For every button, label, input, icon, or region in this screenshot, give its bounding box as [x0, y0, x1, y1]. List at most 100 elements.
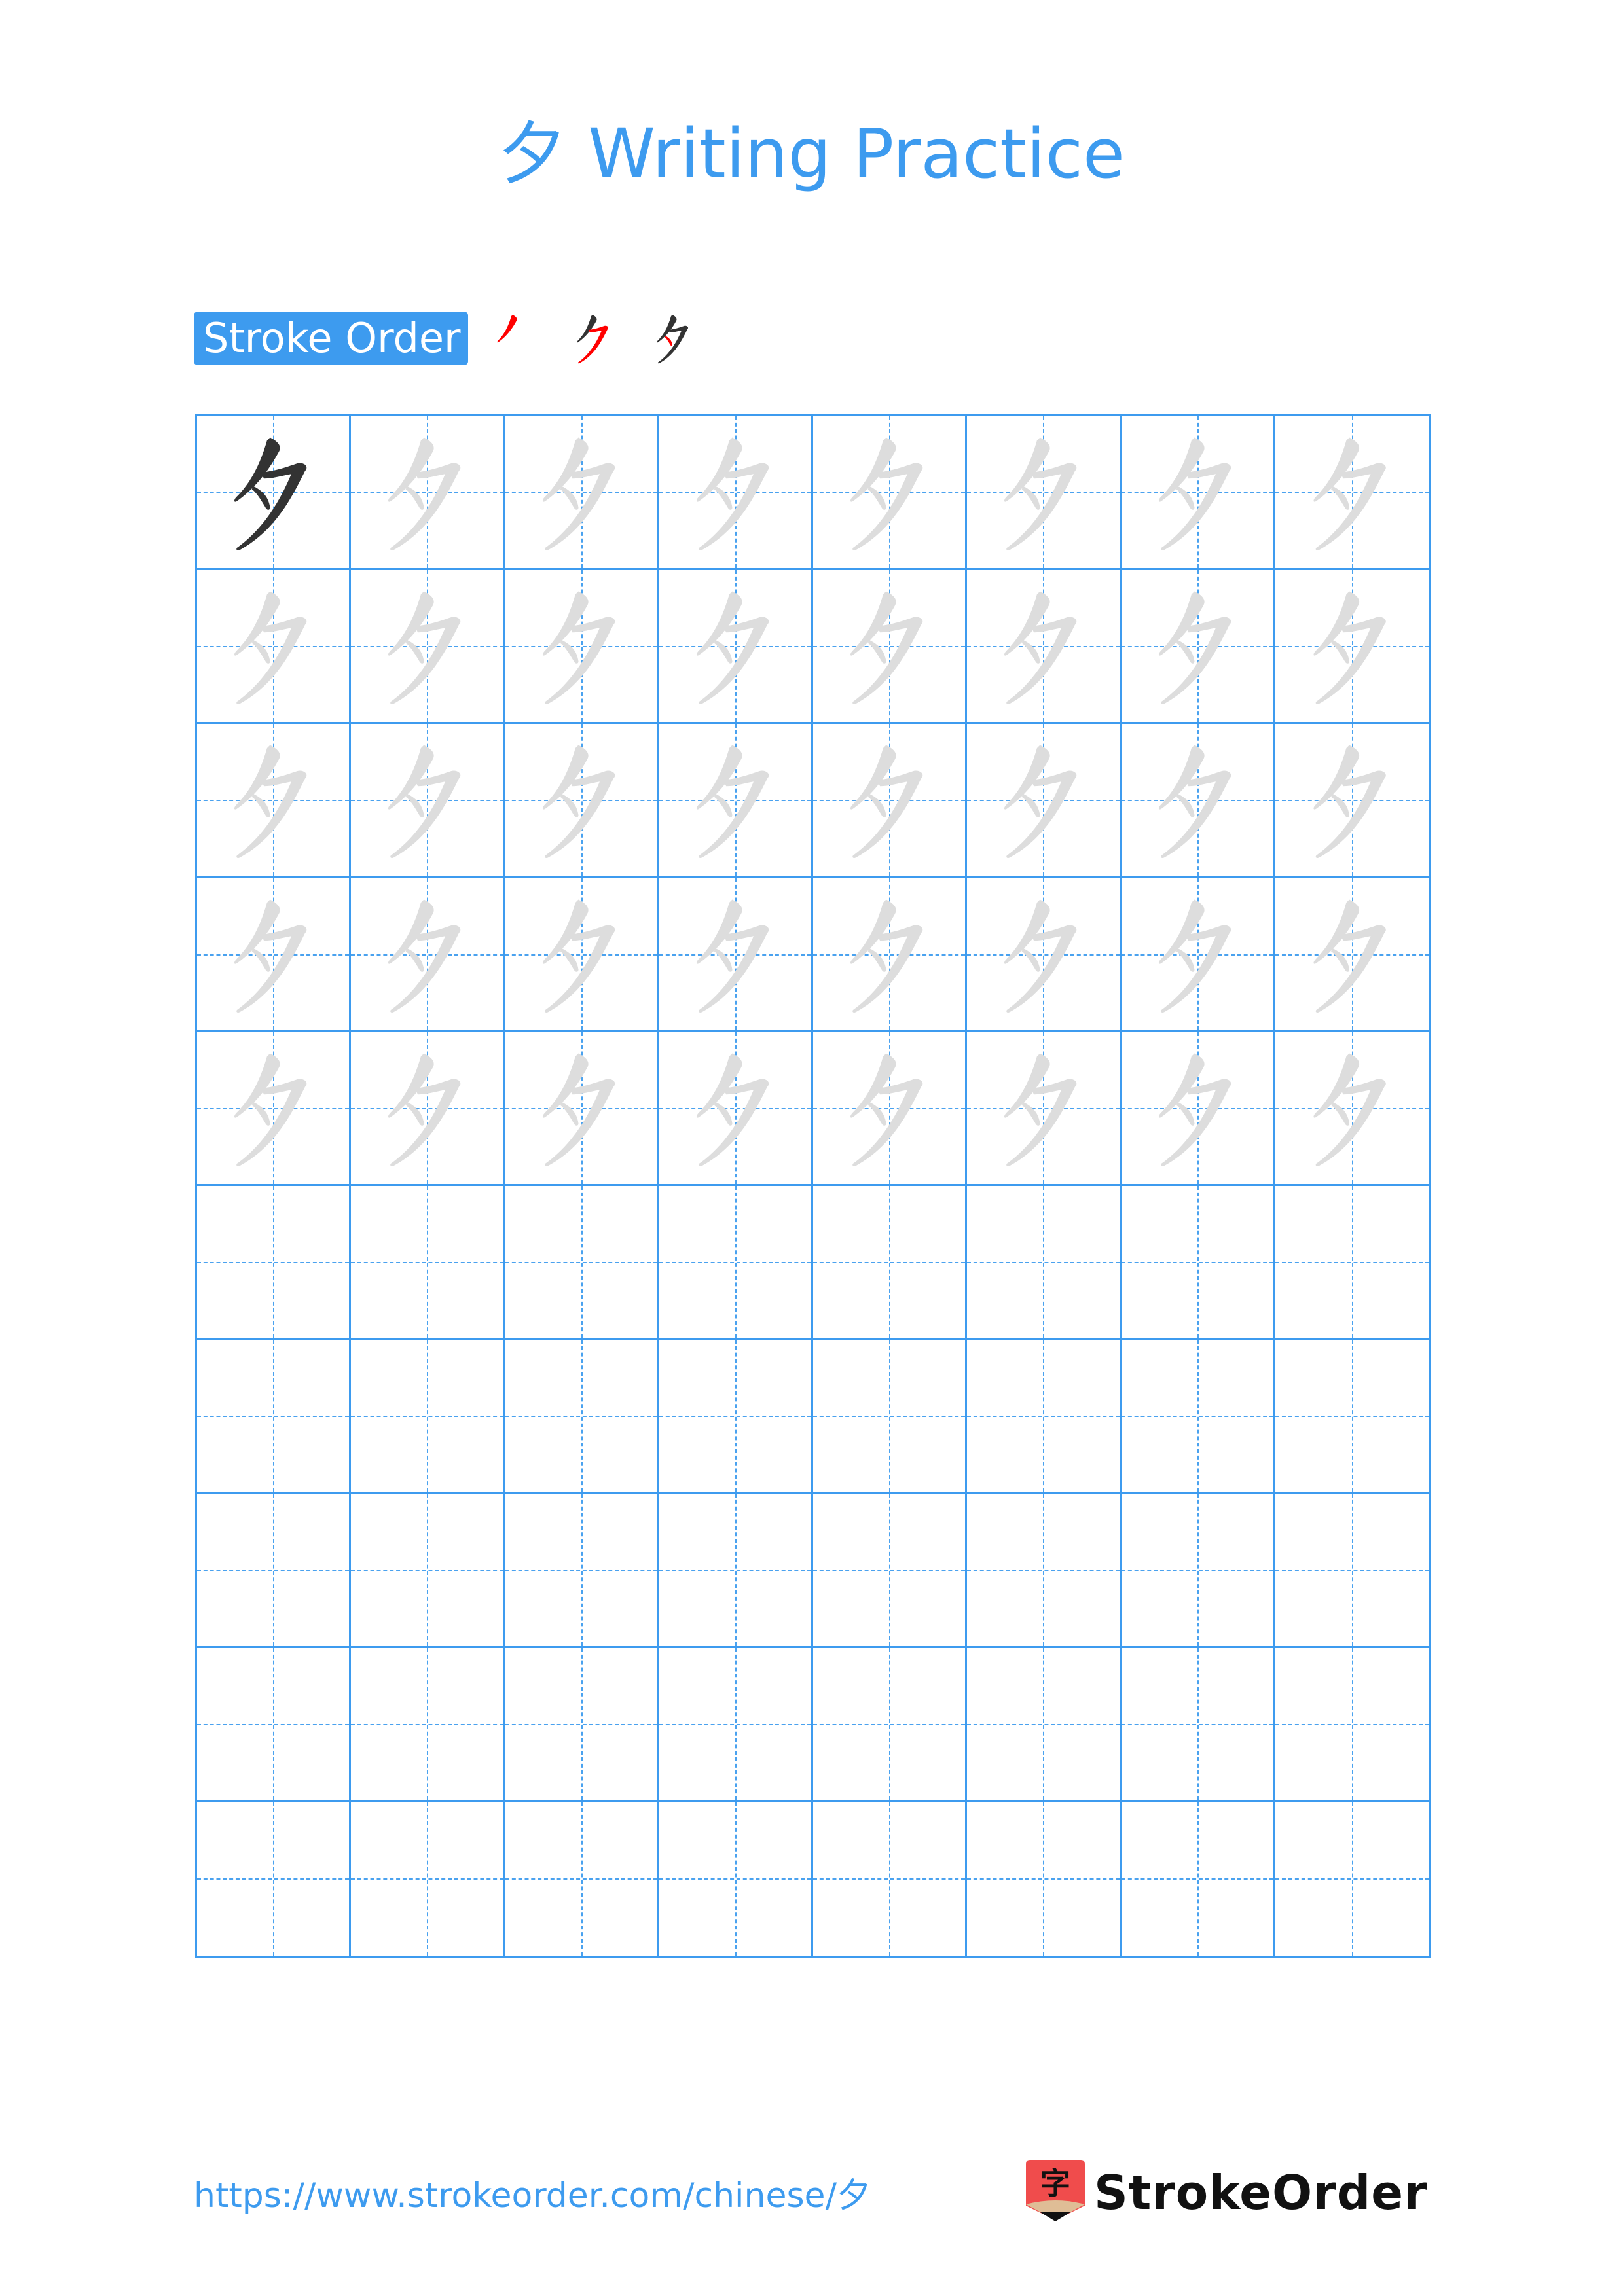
practice-cell[interactable]	[351, 724, 505, 878]
practice-cell[interactable]	[197, 878, 352, 1032]
practice-cell[interactable]	[813, 1031, 968, 1186]
practice-cell[interactable]	[659, 1185, 813, 1340]
practice-cell[interactable]	[659, 1647, 813, 1802]
practice-cell[interactable]	[1275, 1340, 1429, 1494]
practice-cell[interactable]	[1275, 570, 1429, 725]
practice-cell[interactable]	[1121, 1340, 1275, 1494]
practice-cell[interactable]	[967, 1031, 1122, 1186]
practice-cell[interactable]	[1121, 1647, 1275, 1802]
practice-cell[interactable]	[1275, 416, 1429, 571]
practice-cell[interactable]	[1275, 1185, 1429, 1340]
vertical-guide-line	[273, 1340, 275, 1492]
practice-cell[interactable]	[197, 1801, 352, 1956]
stroke-2	[1006, 463, 1077, 550]
practice-cell[interactable]	[351, 416, 505, 571]
practice-cell[interactable]	[351, 1340, 505, 1494]
practice-cell[interactable]	[197, 416, 352, 571]
stroke-3	[560, 640, 578, 664]
practice-cell[interactable]	[1275, 1494, 1429, 1648]
footer-url-link[interactable]: https://www.strokeorder.com/chinese/夕	[194, 2173, 871, 2219]
practice-cell[interactable]	[659, 570, 813, 725]
practice-cell[interactable]	[505, 724, 659, 878]
practice-cell[interactable]	[1275, 1801, 1429, 1956]
stroke-3	[1021, 486, 1040, 510]
practice-cell[interactable]	[813, 878, 968, 1032]
practice-cell[interactable]	[505, 1185, 659, 1340]
practice-cell[interactable]	[813, 1494, 968, 1648]
stroke-3	[405, 640, 424, 664]
practice-grid	[195, 414, 1431, 1958]
practice-cell[interactable]	[351, 1494, 505, 1648]
practice-cell[interactable]	[813, 416, 968, 571]
trace-character	[850, 591, 923, 705]
vertical-guide-line	[735, 1801, 737, 1956]
practice-cell[interactable]	[351, 1801, 505, 1956]
practice-cell[interactable]	[1121, 1801, 1275, 1956]
practice-cell[interactable]	[1121, 1185, 1275, 1340]
trace-character	[542, 1053, 615, 1166]
practice-cell[interactable]	[505, 416, 659, 571]
practice-cell[interactable]	[967, 1340, 1122, 1494]
practice-cell[interactable]	[197, 570, 352, 725]
practice-cell[interactable]	[813, 1340, 968, 1494]
practice-cell[interactable]	[813, 1647, 968, 1802]
practice-cell[interactable]	[813, 724, 968, 878]
practice-cell[interactable]	[197, 1031, 352, 1186]
practice-cell[interactable]	[1121, 416, 1275, 571]
practice-cell[interactable]	[967, 1647, 1122, 1802]
practice-cell[interactable]	[659, 724, 813, 878]
practice-cell[interactable]	[813, 1801, 968, 1956]
practice-cell[interactable]	[967, 416, 1122, 571]
practice-cell[interactable]	[351, 1185, 505, 1340]
trace-character	[696, 437, 769, 550]
practice-cell[interactable]	[967, 878, 1122, 1032]
stroke-2	[544, 617, 615, 705]
practice-cell[interactable]	[505, 570, 659, 725]
practice-cell[interactable]	[967, 570, 1122, 725]
practice-cell[interactable]	[659, 1494, 813, 1648]
practice-cell[interactable]	[1275, 1647, 1429, 1802]
practice-cell[interactable]	[197, 1494, 352, 1648]
practice-cell[interactable]	[967, 1494, 1122, 1648]
practice-cell[interactable]	[1121, 1031, 1275, 1186]
practice-cell[interactable]	[813, 570, 968, 725]
practice-cell[interactable]	[1121, 1494, 1275, 1648]
practice-cell[interactable]	[659, 1340, 813, 1494]
practice-cell[interactable]	[505, 1031, 659, 1186]
practice-cell[interactable]	[967, 1801, 1122, 1956]
stroke-3	[251, 640, 270, 664]
practice-cell[interactable]	[197, 1647, 352, 1802]
stroke-3	[560, 486, 578, 510]
practice-cell[interactable]	[197, 1340, 352, 1494]
stroke-3	[714, 794, 733, 818]
practice-cell[interactable]	[197, 724, 352, 878]
practice-cell[interactable]	[1121, 724, 1275, 878]
practice-cell[interactable]	[505, 1340, 659, 1494]
trace-character	[1004, 1053, 1077, 1166]
practice-cell[interactable]	[967, 1185, 1122, 1340]
practice-cell[interactable]	[1275, 878, 1429, 1032]
stroke-3	[1330, 948, 1349, 972]
model-character	[234, 437, 307, 550]
practice-cell[interactable]	[659, 416, 813, 571]
practice-cell[interactable]	[659, 1031, 813, 1186]
trace-character	[388, 899, 461, 1013]
practice-cell[interactable]	[1121, 570, 1275, 725]
practice-cell[interactable]	[351, 1031, 505, 1186]
practice-cell[interactable]	[1275, 1031, 1429, 1186]
practice-cell[interactable]	[505, 878, 659, 1032]
practice-cell[interactable]	[505, 1494, 659, 1648]
practice-cell[interactable]	[813, 1185, 968, 1340]
practice-cell[interactable]	[659, 878, 813, 1032]
practice-cell[interactable]	[505, 1647, 659, 1802]
practice-cell[interactable]	[505, 1801, 659, 1956]
practice-cell[interactable]	[351, 878, 505, 1032]
practice-cell[interactable]	[1121, 878, 1275, 1032]
practice-cell[interactable]	[197, 1185, 352, 1340]
practice-cell[interactable]	[967, 724, 1122, 878]
practice-cell[interactable]	[351, 1647, 505, 1802]
practice-cell[interactable]	[1275, 724, 1429, 878]
practice-cell[interactable]	[351, 570, 505, 725]
practice-cell[interactable]	[659, 1801, 813, 1956]
stroke-2	[544, 770, 615, 859]
